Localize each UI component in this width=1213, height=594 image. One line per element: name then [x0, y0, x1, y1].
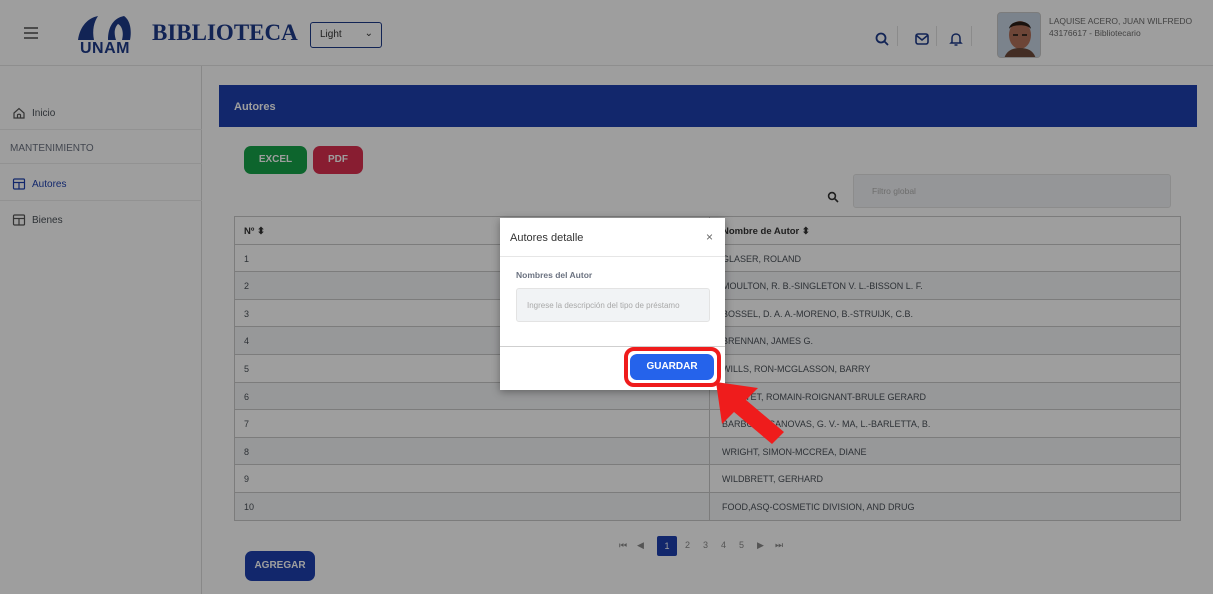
field-label: Nombres del Autor [516, 270, 593, 280]
save-button[interactable]: GUARDAR [630, 354, 714, 380]
author-name-field[interactable]: Ingrese la descripción del tipo de prést… [516, 288, 710, 322]
close-icon[interactable]: × [706, 230, 713, 244]
red-arrow-icon [716, 382, 784, 444]
dialog-title: Autores detalle [510, 232, 584, 244]
divider [500, 256, 725, 257]
